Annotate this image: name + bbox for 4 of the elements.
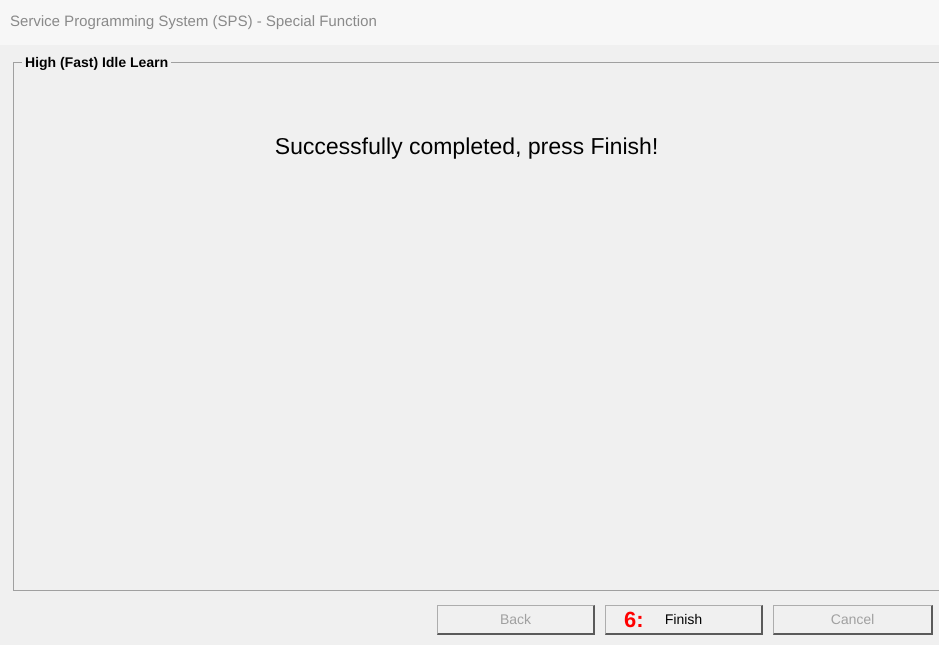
status-message: Successfully completed, press Finish! [274,132,658,161]
step-annotation: 6: [624,606,644,634]
dialog-button[interactable]: 6: Finish [605,605,763,635]
window-title: Service Programming System (SPS) - Special Function [10,12,377,32]
